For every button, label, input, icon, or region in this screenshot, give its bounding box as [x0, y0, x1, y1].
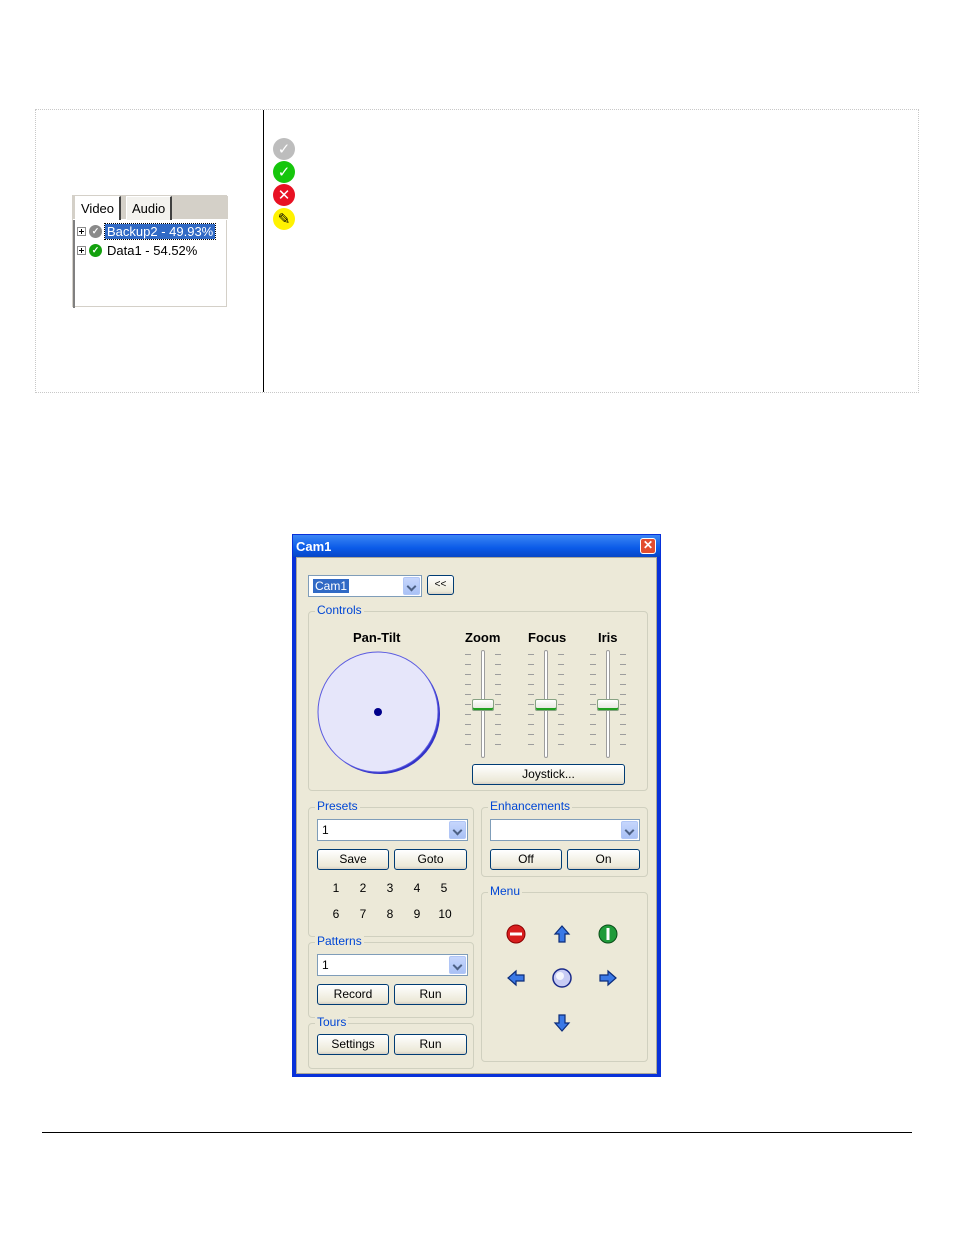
enhancements-off-button-label: Off [518, 852, 534, 866]
preset-number-6[interactable]: 6 [326, 907, 346, 921]
save-preset-button[interactable]: Save [317, 849, 389, 870]
run-tour-button[interactable]: Run [394, 1034, 467, 1055]
presets-select[interactable]: 1 [317, 819, 468, 841]
arrow-left-icon[interactable] [506, 968, 526, 988]
zoom-slider-thumb[interactable] [472, 699, 494, 711]
tour-settings-button-label: Settings [331, 1037, 375, 1051]
preset-number-9[interactable]: 9 [407, 907, 427, 921]
preset-number-5[interactable]: 5 [434, 881, 454, 895]
collapse-button-label: << [434, 579, 447, 590]
preset-number-10[interactable]: 10 [433, 907, 457, 921]
joystick-button-label: Joystick... [522, 767, 575, 781]
arrow-right-icon[interactable] [598, 968, 618, 988]
patterns-select[interactable]: 1 [317, 954, 468, 976]
iris-ticks-right [620, 654, 626, 754]
tree-item[interactable]: ✓ Backup2 - 49.93% [77, 222, 217, 240]
expand-icon[interactable] [77, 245, 86, 255]
preset-number-7[interactable]: 7 [353, 907, 373, 921]
collapse-button[interactable]: << [427, 575, 454, 595]
presets-select-value: 1 [322, 823, 329, 837]
zoom-ticks-right [495, 654, 501, 754]
green-check-icon: ✓ [89, 243, 102, 257]
gray-check-icon: ✓ [89, 224, 102, 238]
expand-icon[interactable] [77, 226, 86, 236]
iris-heading: Iris [598, 630, 618, 645]
run-pattern-button-label: Run [419, 987, 442, 1001]
preset-number-2[interactable]: 2 [353, 881, 373, 895]
chevron-down-icon[interactable] [449, 821, 466, 839]
save-preset-button-label: Save [339, 852, 367, 866]
tab-audio[interactable]: Audio [126, 196, 173, 220]
arrow-down-icon[interactable] [552, 1013, 572, 1033]
arrow-up-icon[interactable] [552, 924, 572, 944]
menu-group-title: Menu [488, 884, 523, 898]
chevron-down-icon[interactable] [449, 956, 466, 974]
preset-number-4[interactable]: 4 [407, 881, 427, 895]
zoom-ticks-left [465, 654, 471, 754]
enhancements-on-button[interactable]: On [567, 849, 640, 870]
camera-control-window: Cam1 ✕ Cam1 << Controls Pan-Tilt Zoom Fo… [292, 534, 661, 1077]
stop-icon[interactable] [506, 924, 526, 944]
tours-group-title: Tours [315, 1015, 349, 1029]
preset-number-8[interactable]: 8 [380, 907, 400, 921]
record-pattern-button-label: Record [333, 987, 373, 1001]
record-pattern-button[interactable]: Record [317, 984, 389, 1005]
gray-check-icon: ✓ [273, 138, 295, 160]
footer-divider [42, 1132, 912, 1133]
preset-number-3[interactable]: 3 [380, 881, 400, 895]
patterns-group-title: Patterns [315, 934, 364, 948]
tab-video[interactable]: Video [75, 196, 122, 220]
red-x-icon: ✕ [273, 184, 295, 206]
chevron-down-icon[interactable] [621, 821, 638, 839]
focus-ticks-left [528, 654, 534, 754]
yellow-pencil-icon: ✎ [273, 208, 295, 230]
camera-select-value: Cam1 [313, 579, 350, 593]
patterns-select-value: 1 [322, 958, 329, 972]
zoom-heading: Zoom [465, 630, 501, 645]
green-check-icon: ✓ [273, 161, 295, 183]
close-icon[interactable]: ✕ [640, 538, 656, 554]
iris-slider-thumb[interactable] [597, 699, 619, 711]
presets-group-title: Presets [315, 799, 360, 813]
controls-group-title: Controls [315, 603, 364, 617]
preset-number-1[interactable]: 1 [326, 881, 346, 895]
tab-video-label: Video [81, 201, 115, 216]
pan-tilt-joystick[interactable] [317, 650, 447, 780]
run-tour-button-label: Run [419, 1037, 442, 1051]
tree-item-label: Backup2 - 49.93% [103, 222, 217, 240]
window-title: Cam1 [296, 539, 332, 554]
goto-preset-button-label: Goto [417, 852, 444, 866]
goto-preset-button[interactable]: Goto [394, 849, 467, 870]
focus-heading: Focus [528, 630, 567, 645]
tree-border [73, 220, 75, 308]
tree-item-label: Data1 - 54.52% [107, 242, 198, 258]
enhancements-on-button-label: On [595, 852, 612, 866]
chevron-down-icon[interactable] [403, 577, 420, 595]
window-titlebar[interactable]: Cam1 ✕ [293, 535, 660, 557]
run-pattern-button[interactable]: Run [394, 984, 467, 1005]
table-divider [263, 110, 264, 392]
pan-tilt-heading: Pan-Tilt [353, 630, 401, 645]
tree-item[interactable]: ✓ Data1 - 54.52% [77, 241, 199, 259]
window-client: Cam1 << Controls Pan-Tilt Zoom Focus Iri… [296, 557, 657, 1074]
enhancements-off-button[interactable]: Off [490, 849, 562, 870]
focus-slider-thumb[interactable] [535, 699, 557, 711]
power-icon[interactable] [598, 924, 618, 944]
tab-audio-label: Audio [132, 201, 166, 216]
camera-select[interactable]: Cam1 [308, 575, 422, 597]
joystick-button[interactable]: Joystick... [472, 764, 625, 785]
iris-ticks-left [590, 654, 596, 754]
center-icon[interactable] [552, 968, 572, 988]
tree-panel: Video Audio ✓ Backup2 - 49.93% ✓ Data1 -… [72, 195, 228, 308]
enhancements-group-title: Enhancements [488, 799, 573, 813]
tour-settings-button[interactable]: Settings [317, 1034, 389, 1055]
enhancements-select[interactable] [490, 819, 640, 841]
focus-ticks-right [558, 654, 564, 754]
